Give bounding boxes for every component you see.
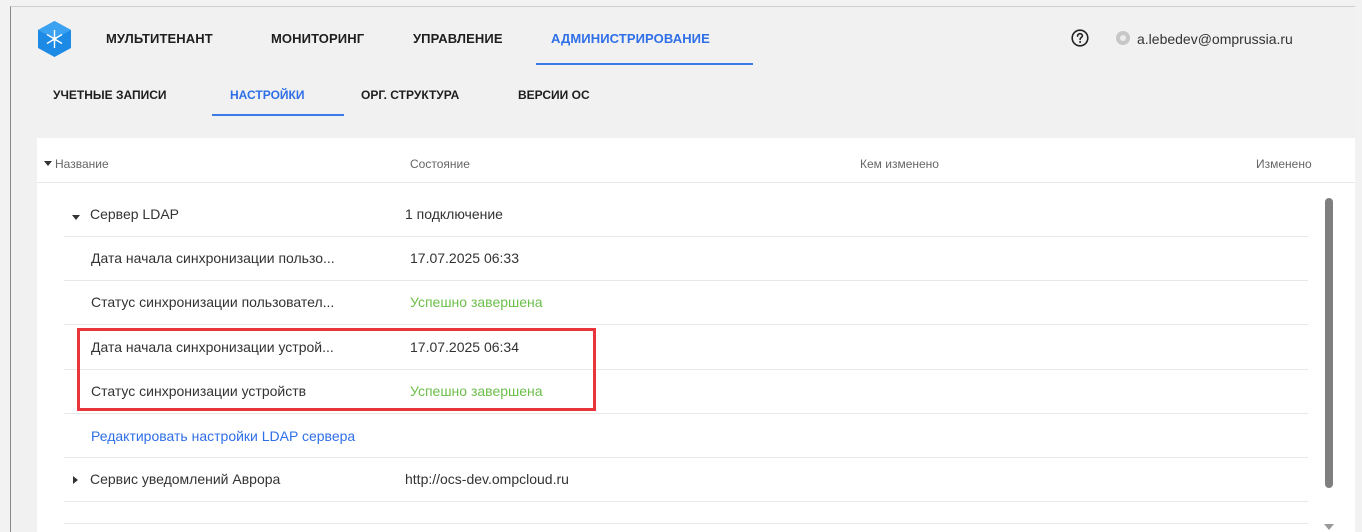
row-divider (64, 236, 1308, 237)
vertical-scrollbar[interactable] (1325, 198, 1333, 488)
row-divider (64, 324, 1308, 325)
group-push-state: http://ocs-dev.ompcloud.ru (405, 471, 569, 487)
nav-monitoring[interactable]: МОНИТОРИНГ (271, 31, 364, 46)
app-window: МУЛЬТИТЕНАНТ МОНИТОРИНГ УПРАВЛЕНИЕ АДМИН… (10, 6, 1355, 532)
row-user-sync-start-name: Дата начала синхронизации пользо... (91, 250, 335, 266)
group-push-name[interactable]: Сервис уведомлений Аврора (90, 471, 280, 487)
nav-management[interactable]: УПРАВЛЕНИЕ (413, 31, 503, 46)
column-header-changed-by[interactable]: Кем изменено (860, 157, 939, 171)
user-email[interactable]: a.lebedev@omprussia.ru (1137, 31, 1293, 47)
column-header-state[interactable]: Состояние (410, 157, 470, 171)
row-divider (64, 501, 1308, 502)
group-ldap-name[interactable]: Сервер LDAP (90, 206, 179, 222)
row-user-sync-status-name: Статус синхронизации пользовател... (91, 294, 335, 310)
expand-caret-icon[interactable] (73, 476, 78, 484)
row-divider (64, 280, 1308, 281)
tab-accounts[interactable]: УЧЕТНЫЕ ЗАПИСИ (53, 88, 167, 102)
nav-multitenant[interactable]: МУЛЬТИТЕНАНТ (106, 31, 213, 46)
edit-ldap-settings-link[interactable]: Редактировать настройки LDAP сервера (91, 428, 355, 444)
row-divider (64, 457, 1308, 458)
app-logo-icon (38, 21, 71, 57)
column-header-name[interactable]: Название (55, 157, 109, 171)
sort-caret-icon[interactable] (44, 161, 52, 166)
group-ldap-state: 1 подключение (405, 206, 503, 222)
tab-org-structure[interactable]: ОРГ. СТРУКТУРА (361, 88, 459, 102)
highlight-box (77, 328, 596, 411)
collapse-caret-icon[interactable] (72, 215, 80, 220)
help-icon[interactable] (1071, 29, 1089, 47)
row-divider (64, 413, 1308, 414)
settings-table: Название Состояние Кем изменено Изменено… (37, 138, 1355, 532)
tab-active-indicator (212, 114, 344, 116)
scroll-down-arrow-icon[interactable] (1324, 524, 1334, 530)
header-divider (37, 182, 1355, 183)
column-header-changed-at[interactable]: Изменено (1256, 157, 1312, 171)
nav-active-indicator (536, 63, 753, 65)
tab-os-versions[interactable]: ВЕРСИИ ОС (518, 88, 590, 102)
user-avatar-icon[interactable] (1116, 31, 1130, 45)
row-user-sync-start-value: 17.07.2025 06:33 (410, 250, 519, 266)
tab-settings[interactable]: НАСТРОЙКИ (230, 88, 304, 102)
row-divider (64, 523, 1308, 524)
nav-administration[interactable]: АДМИНИСТРИРОВАНИЕ (551, 31, 710, 46)
row-user-sync-status-value: Успешно завершена (410, 294, 543, 310)
